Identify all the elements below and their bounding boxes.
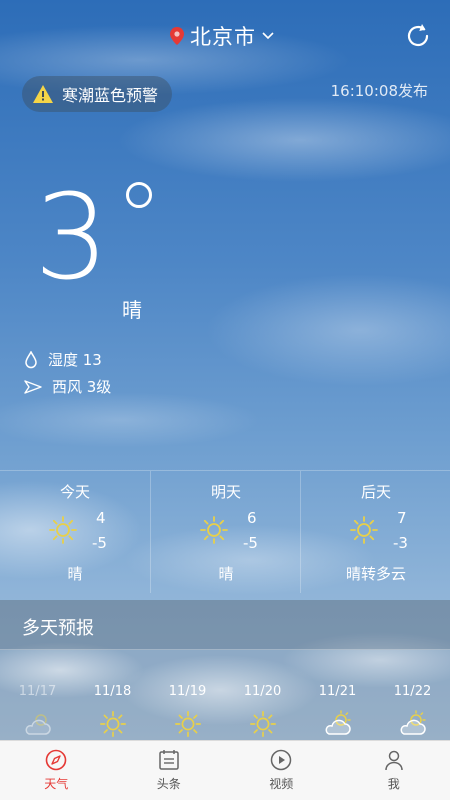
forecast-date: 11/19 [168, 684, 207, 699]
sun-icon [99, 711, 126, 737]
city-name: 北京市 [190, 25, 256, 49]
day-condition: 晴转多云 [345, 565, 406, 583]
wind-row: 西风 3级 [24, 376, 111, 397]
sun-icon [350, 516, 378, 544]
forecast-icon-cell [0, 710, 75, 738]
section-title: 多天预报 [22, 618, 94, 639]
tab-label: 视频 [269, 777, 294, 791]
tab-weather[interactable]: 天气 [0, 741, 113, 800]
day-today[interactable]: 今天 4 -5 晴 [0, 471, 150, 593]
play-icon [271, 749, 292, 771]
day-low: -3 [393, 534, 408, 552]
day-high: 6 [247, 509, 257, 527]
day-label: 明天 [210, 483, 241, 501]
forecast-icon-cell [150, 710, 225, 738]
bottom-navigation: 天气 头条 视频 我 [0, 740, 450, 800]
day-high: 7 [397, 509, 407, 527]
humidity-text: 湿度 13 [48, 351, 102, 369]
tab-label: 头条 [156, 777, 181, 791]
tab-me[interactable]: 我 [338, 741, 450, 800]
tab-video[interactable]: 视频 [225, 741, 338, 800]
droplet-icon [25, 350, 37, 368]
city-selector[interactable]: 北京市 [170, 18, 274, 54]
alert-text: 寒潮蓝色预警 [62, 86, 159, 105]
partly-cloudy-icon [399, 710, 426, 735]
three-day-summary: 今天 4 -5 晴 明天 6 -5 晴 后天 7 -3 晴转多云 [0, 470, 450, 593]
forecast-date: 11/18 [93, 684, 132, 699]
partly-cloudy-icon [324, 710, 351, 735]
day-tomorrow[interactable]: 明天 6 -5 晴 [150, 471, 300, 593]
forecast-icon-cell [300, 710, 375, 738]
degree-symbol [126, 182, 152, 208]
day-condition: 晴 [218, 565, 234, 583]
day-after-tomorrow[interactable]: 后天 7 -3 晴转多云 [300, 471, 450, 593]
current-condition: 晴 [122, 298, 142, 322]
day-label: 今天 [59, 483, 90, 501]
sun-icon [249, 711, 276, 737]
day-low: -5 [243, 534, 258, 552]
current-temperature: 3 [34, 168, 110, 306]
humidity-row: 湿度 13 [24, 349, 102, 370]
chevron-down-icon [262, 32, 274, 40]
day-high: 4 [96, 509, 106, 527]
refresh-icon[interactable] [402, 20, 434, 52]
forecast-date: 11/22 [393, 684, 432, 699]
sun-icon [200, 516, 228, 544]
weather-alert-badge[interactable]: 寒潮蓝色预警 [22, 76, 173, 112]
forecast-icon-cell [75, 710, 150, 738]
warning-icon [33, 85, 53, 103]
day-label: 后天 [360, 483, 391, 501]
multi-day-forecast-header: 多天预报 [0, 600, 450, 650]
partly-cloudy-icon [24, 714, 51, 735]
sun-icon [174, 711, 201, 737]
top-bar: 北京市 [0, 18, 450, 54]
tab-headlines[interactable]: 头条 [113, 741, 226, 800]
compass-icon [45, 749, 67, 771]
tab-label: 我 [387, 777, 400, 791]
forecast-date: 11/17 [18, 684, 57, 699]
person-icon [385, 750, 403, 771]
location-pin-icon [170, 27, 184, 45]
day-condition: 晴 [67, 565, 83, 583]
publish-time: 16:10:08发布 [330, 82, 428, 100]
forecast-date: 11/20 [243, 684, 282, 699]
wind-direction-icon [24, 379, 42, 394]
forecast-date: 11/21 [318, 684, 357, 699]
forecast-icon-cell [375, 710, 450, 738]
news-icon [159, 750, 179, 770]
sun-icon [49, 516, 77, 544]
day-low: -5 [92, 534, 107, 552]
forecast-icon-cell [225, 710, 300, 738]
wind-text: 西风 3级 [52, 378, 112, 396]
tab-label: 天气 [44, 777, 69, 791]
